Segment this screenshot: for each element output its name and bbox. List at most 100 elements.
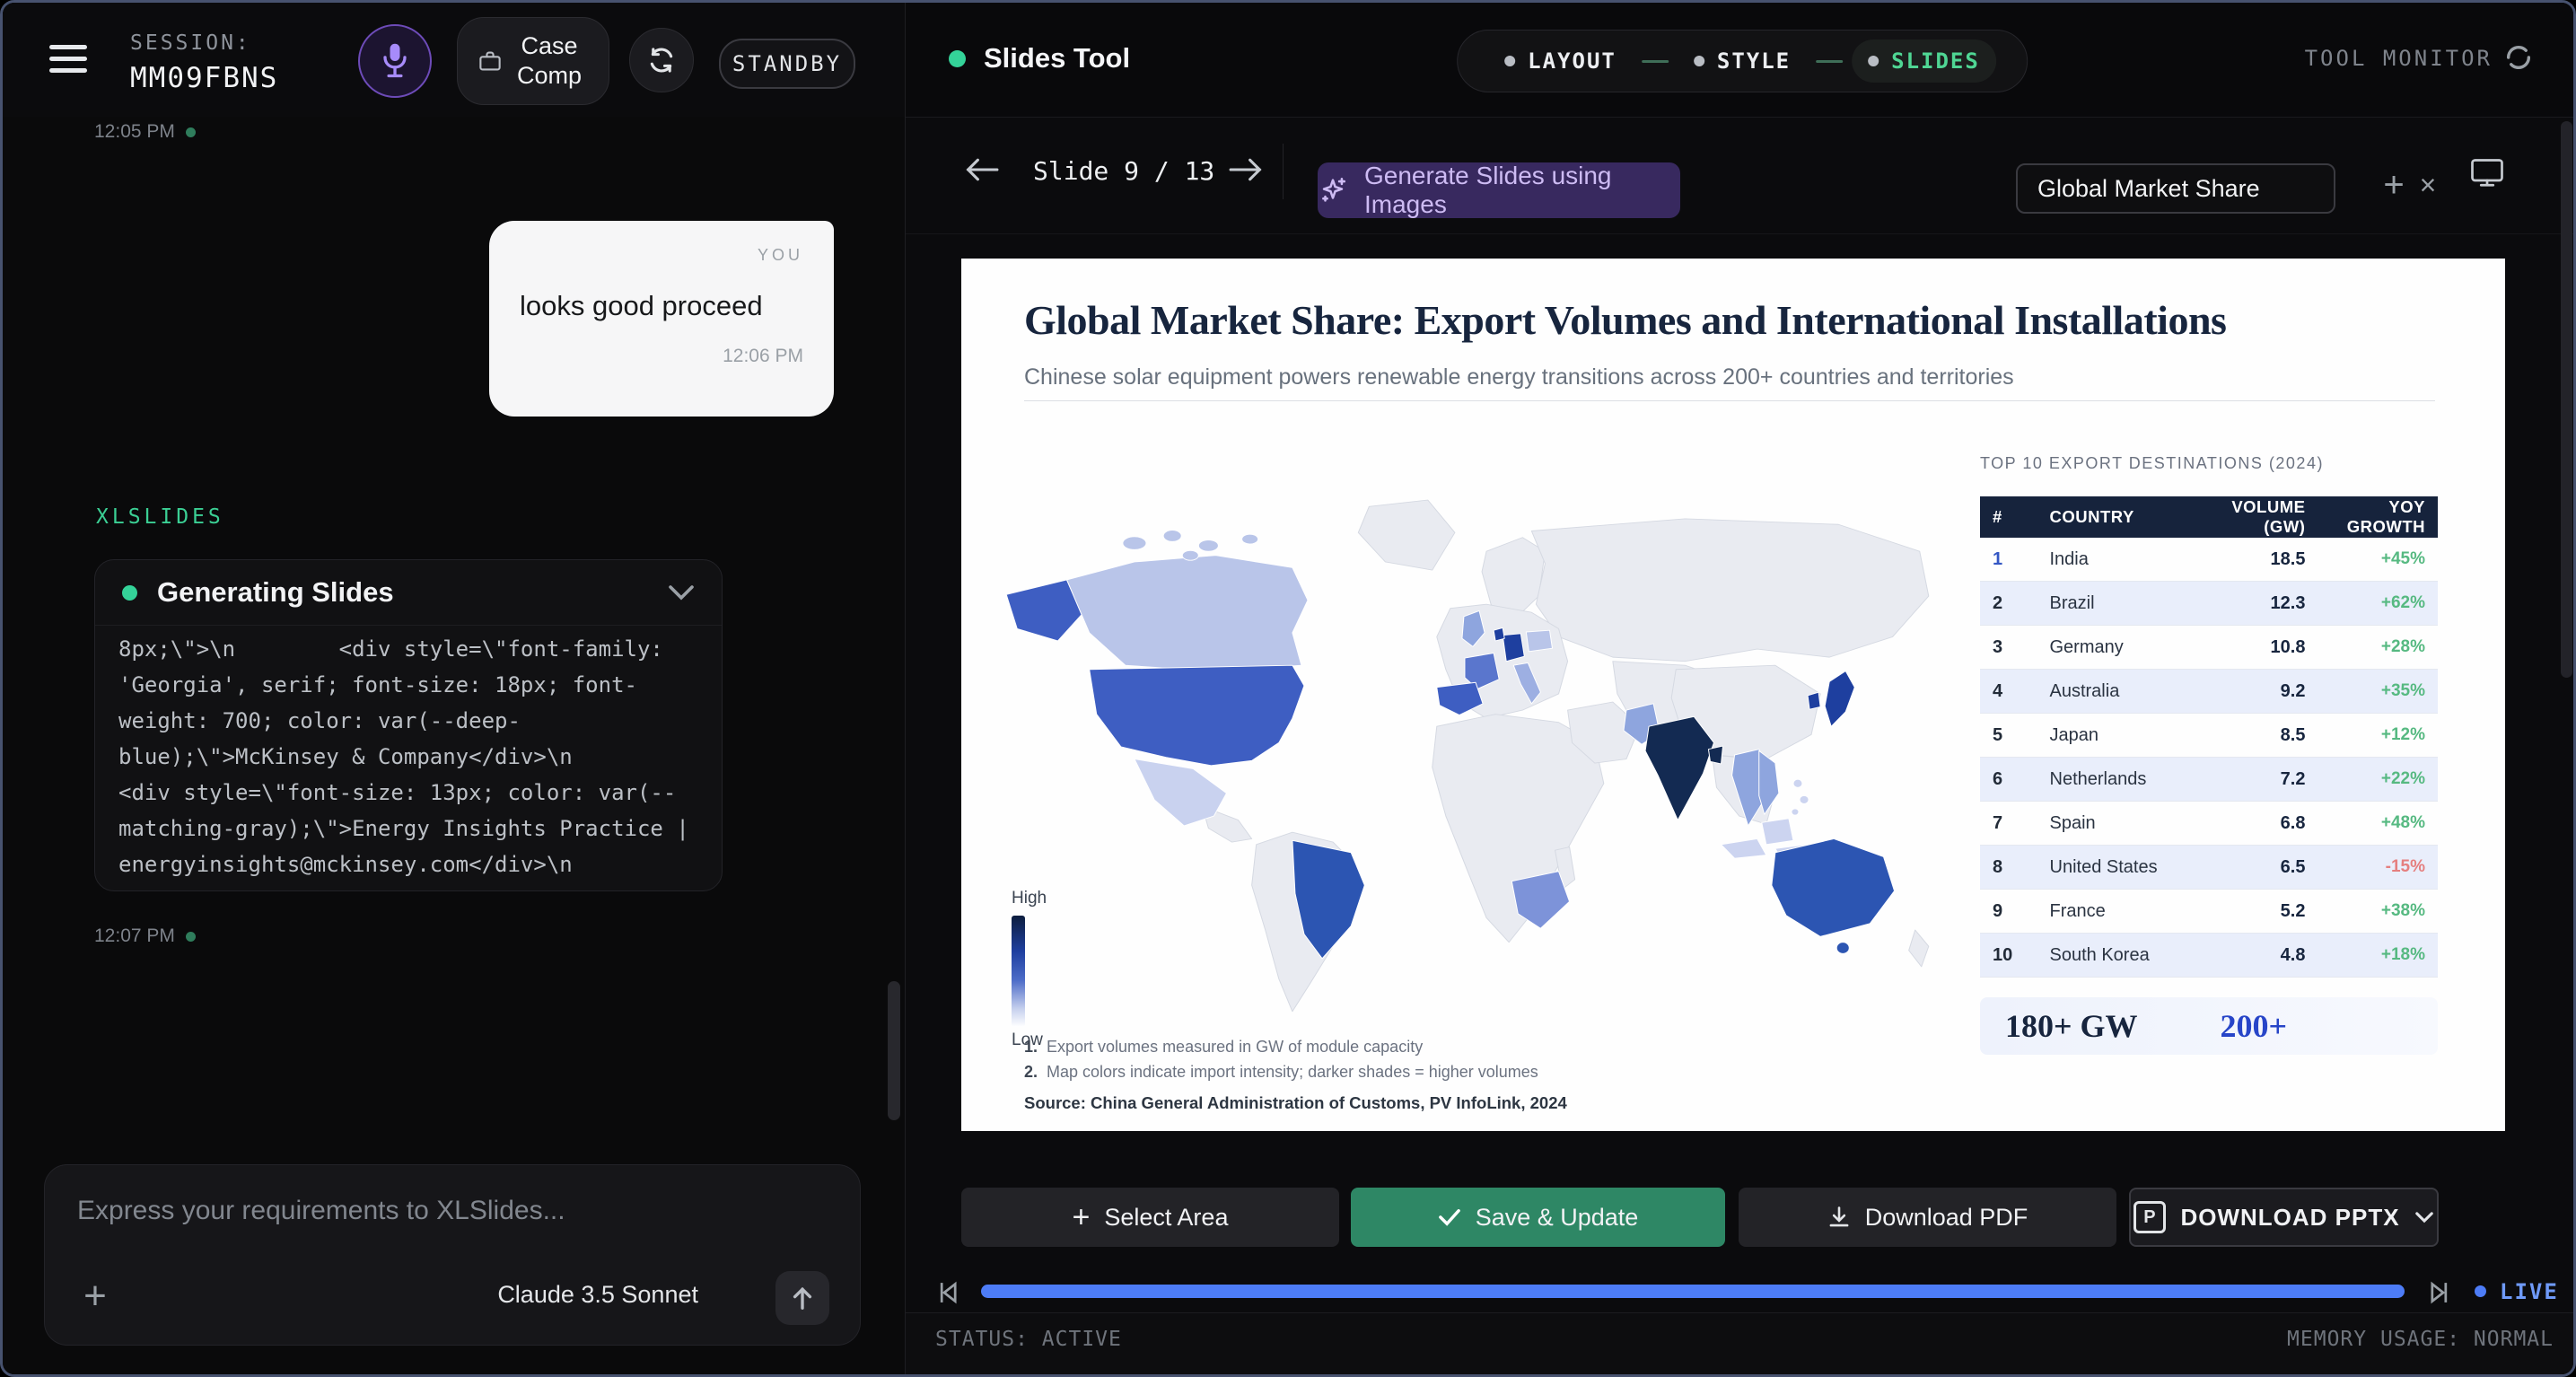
user-message-bubble: YOU looks good proceed 12:06 PM — [489, 221, 834, 417]
table-row: 2 Brazil 12.3 +62% — [1980, 582, 2438, 626]
chat-input-box[interactable]: Express your requirements to XLSlides...… — [44, 1164, 861, 1346]
arrow-up-icon — [791, 1285, 814, 1311]
prev-slide-button[interactable] — [961, 149, 1003, 190]
chat-panel: SESSION: MM09FBNS Case Comp STANDBY — [3, 3, 905, 1374]
select-area-button[interactable]: + Select Area — [961, 1188, 1339, 1247]
session-label: SESSION: — [130, 31, 251, 55]
download-icon — [1827, 1206, 1851, 1229]
active-status-dot-icon — [122, 585, 137, 601]
skip-to-start-icon[interactable] — [934, 1279, 961, 1306]
tab-dot-icon — [1504, 56, 1515, 66]
generate-slides-button[interactable]: Generate Slides using Images — [1318, 162, 1680, 218]
table-row: 6 Netherlands 7.2 +22% — [1980, 758, 2438, 802]
download-pptx-button[interactable]: P DOWNLOAD PPTX — [2129, 1188, 2439, 1247]
tab-dot-icon — [1868, 56, 1879, 66]
delete-slide-button[interactable]: × — [2410, 160, 2446, 210]
save-update-button[interactable]: Save & Update — [1351, 1188, 1725, 1247]
slide-subtitle: Chinese solar equipment powers renewable… — [1024, 364, 2014, 390]
table-row: 7 Spain 6.8 +48% — [1980, 802, 2438, 846]
chevron-down-icon — [2414, 1211, 2434, 1224]
status-dot-icon — [186, 127, 196, 137]
microphone-icon — [380, 41, 410, 81]
refresh-icon — [646, 45, 677, 75]
map-legend: High Low — [1012, 889, 1092, 1050]
chat-timestamp: 12:07 PM — [94, 925, 196, 947]
slide-canvas[interactable]: Global Market Share: Export Volumes and … — [961, 259, 2505, 1131]
panel-scrollbar-thumb[interactable] — [2561, 121, 2572, 678]
table-row: 10 South Korea 4.8 +18% — [1980, 934, 2438, 978]
case-comp-button[interactable]: Case Comp — [457, 17, 609, 105]
destinations-stat: 200+ — [2220, 1007, 2287, 1045]
table-row: 5 Japan 8.5 +12% — [1980, 714, 2438, 758]
tool-output-card: Generating Slides 8px;\">\n <div style=\… — [94, 559, 723, 891]
export-table: # COUNTRY VOLUME (GW) YOY GROWTH 1 India… — [1980, 496, 2438, 978]
table-row: 8 United States 6.5 -15% — [1980, 846, 2438, 890]
tab-connector — [1816, 60, 1843, 63]
chat-input-placeholder: Express your requirements to XLSlides... — [77, 1196, 565, 1226]
footnote-2: 2.Map colors indicate import intensity; … — [1024, 1063, 1538, 1082]
tool-output-code: 8px;\">\n <div style=\"font-family: 'Geo… — [95, 626, 722, 891]
status-bar: STATUS: ACTIVE MEMORY USAGE: NORMAL — [906, 1312, 2576, 1374]
legend-gradient-bar — [1012, 916, 1025, 1027]
attach-plus-icon[interactable]: + — [75, 1278, 115, 1318]
check-icon — [1438, 1207, 1461, 1227]
table-row: 9 France 5.2 +38% — [1980, 890, 2438, 934]
message-text: looks good proceed — [520, 290, 803, 322]
tool-card-header[interactable]: Generating Slides — [95, 560, 722, 626]
live-badge: LIVE — [2500, 1279, 2559, 1304]
toolbar-divider — [1283, 144, 1284, 199]
source-note: Source: China General Administration of … — [1024, 1093, 1567, 1113]
send-button[interactable] — [775, 1271, 829, 1325]
menu-icon[interactable] — [49, 45, 87, 74]
export-table-body: 1 India 18.5 +45% 2 Brazil 12.3 +62% 3 G… — [1980, 538, 2438, 978]
tool-monitor-label: TOOL MONITOR — [2305, 46, 2493, 71]
slides-header: Slides Tool LAYOUT STYLE SLIDES TOOL M — [906, 3, 2576, 118]
refresh-button[interactable] — [629, 28, 694, 92]
tool-section-label: XLSLIDES — [96, 505, 224, 529]
export-table-header: # COUNTRY VOLUME (GW) YOY GROWTH — [1980, 496, 2438, 538]
tab-connector — [1642, 60, 1669, 63]
chat-timestamp: 12:05 PM — [94, 121, 196, 143]
microphone-button[interactable] — [358, 24, 432, 98]
slide-divider — [1024, 400, 2435, 401]
status-dot-icon — [186, 932, 196, 942]
standby-badge[interactable]: STANDBY — [719, 39, 855, 89]
tab-dot-icon — [1694, 56, 1704, 66]
briefcase-icon — [478, 50, 502, 72]
export-table-block: TOP 10 EXPORT DESTINATIONS (2024) # COUN… — [1980, 454, 2438, 1055]
table-row: 1 India 18.5 +45% — [1980, 538, 2438, 582]
history-timeline: LIVE — [906, 1277, 2576, 1313]
live-dot-icon — [2475, 1285, 2486, 1297]
session-id: MM09FBNS — [130, 62, 278, 94]
chat-scrollbar-thumb[interactable] — [888, 981, 900, 1120]
add-slide-button[interactable]: + — [2374, 158, 2414, 212]
tab-slides[interactable]: SLIDES — [1852, 39, 1996, 83]
slide-title: Global Market Share: Export Volumes and … — [1024, 296, 2442, 344]
tab-style[interactable]: STYLE — [1678, 39, 1807, 83]
model-selector[interactable]: Claude 3.5 Sonnet — [497, 1281, 698, 1309]
pptx-file-icon: P — [2134, 1201, 2166, 1233]
case-comp-label: Case Comp — [511, 31, 588, 91]
app-title: Slides Tool — [984, 42, 1130, 75]
tab-layout[interactable]: LAYOUT — [1488, 39, 1633, 83]
slides-panel: Slides Tool LAYOUT STYLE SLIDES TOOL M — [905, 3, 2576, 1374]
table-title: TOP 10 EXPORT DESTINATIONS (2024) — [1980, 454, 2438, 473]
skip-to-end-icon[interactable] — [2426, 1279, 2453, 1306]
mode-tabs: LAYOUT STYLE SLIDES — [1457, 30, 2028, 92]
total-volume-stat: 180+ GW — [2005, 1007, 2138, 1045]
timeline-scrubber[interactable] — [981, 1285, 2405, 1298]
legend-high-label: High — [1012, 889, 1092, 908]
present-monitor-icon[interactable] — [2469, 156, 2505, 189]
memory-usage-text: MEMORY USAGE: NORMAL — [2287, 1328, 2554, 1351]
table-row: 3 Germany 10.8 +28% — [1980, 626, 2438, 670]
summary-box: 180+ GW 200+ — [1980, 997, 2438, 1055]
plus-icon: + — [1073, 1200, 1091, 1235]
sync-spinner-icon — [2503, 42, 2534, 73]
next-slide-button[interactable] — [1225, 149, 1266, 190]
download-pdf-button[interactable]: Download PDF — [1739, 1188, 2116, 1247]
message-sender: YOU — [520, 246, 803, 265]
table-row: 4 Australia 9.2 +35% — [1980, 670, 2438, 714]
status-text: STATUS: ACTIVE — [935, 1328, 1122, 1351]
slide-title-input[interactable] — [2016, 163, 2335, 214]
chevron-down-icon[interactable] — [668, 584, 695, 601]
